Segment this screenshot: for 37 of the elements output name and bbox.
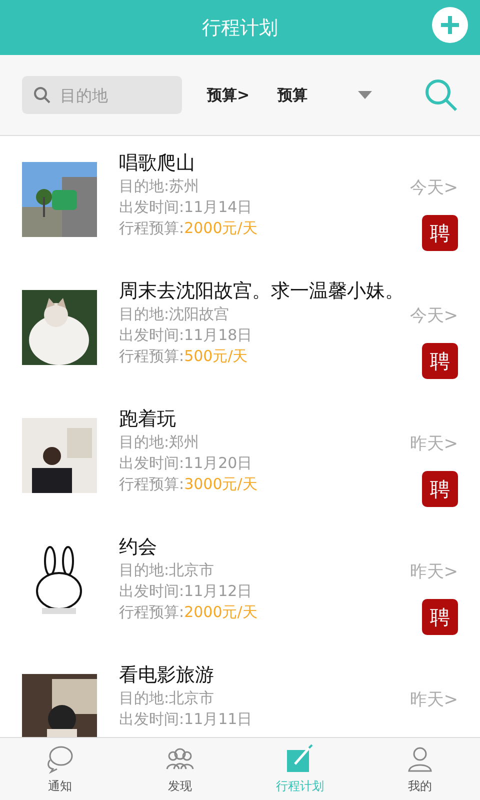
budget-dropdown[interactable]: 预算 — [278, 86, 372, 104]
trip-title[interactable]: 看电影旅游 — [119, 662, 458, 688]
nav-tab[interactable]: 我的 — [360, 738, 480, 800]
budget-text: 行程预算:2000元/天 — [119, 602, 258, 623]
departure-text: 出发时间:11月20日 — [119, 453, 254, 474]
destination-text: 目的地:北京市 — [119, 688, 216, 709]
destination-text: 目的地:沈阳故宫 — [119, 304, 230, 325]
caret-icon — [358, 91, 372, 99]
trip-title[interactable]: 周末去沈阳故宫。求一温馨小妹。 — [119, 278, 458, 304]
trip-title[interactable]: 约会 — [119, 534, 458, 560]
budget-text: 行程预算:500元/天 — [119, 346, 249, 367]
edit-icon — [285, 744, 315, 774]
search-icon — [33, 86, 51, 104]
trip-title[interactable]: 唱歌爬山 — [119, 150, 458, 176]
departure-text: 出发时间:11月12日 — [119, 581, 254, 602]
hire-badge: 聘 — [422, 343, 458, 379]
departure-text: 出发时间:11月11日 — [119, 709, 252, 730]
departure-text: 出发时间:11月14日 — [119, 197, 254, 218]
search-field[interactable]: 目的地 — [22, 76, 182, 114]
budget-text: 行程预算:3000元/天 — [119, 474, 258, 495]
hire-badge: 聘 — [422, 215, 458, 251]
trip-title[interactable]: 跑着玩 — [119, 406, 458, 432]
add-button[interactable] — [432, 7, 468, 43]
budget-label: 预算> — [207, 86, 250, 104]
budget-text: 行程预算:2000元/天 — [119, 218, 258, 239]
nav-tab[interactable]: 发现 — [120, 738, 240, 800]
hire-badge: 聘 — [422, 599, 458, 635]
search-icon[interactable] — [424, 78, 458, 112]
plus-icon — [439, 14, 461, 36]
destination-text: 目的地:苏州 — [119, 176, 200, 197]
destination-text: 目的地:北京市 — [119, 560, 216, 581]
page-title: 行程计划 — [202, 16, 278, 40]
nav-tab[interactable]: 通知 — [0, 738, 120, 800]
departure-text: 出发时间:11月18日 — [119, 325, 252, 346]
destination-text: 目的地:郑州 — [119, 432, 200, 453]
hire-badge: 聘 — [422, 471, 458, 507]
chat-bubbles-icon — [45, 744, 75, 774]
